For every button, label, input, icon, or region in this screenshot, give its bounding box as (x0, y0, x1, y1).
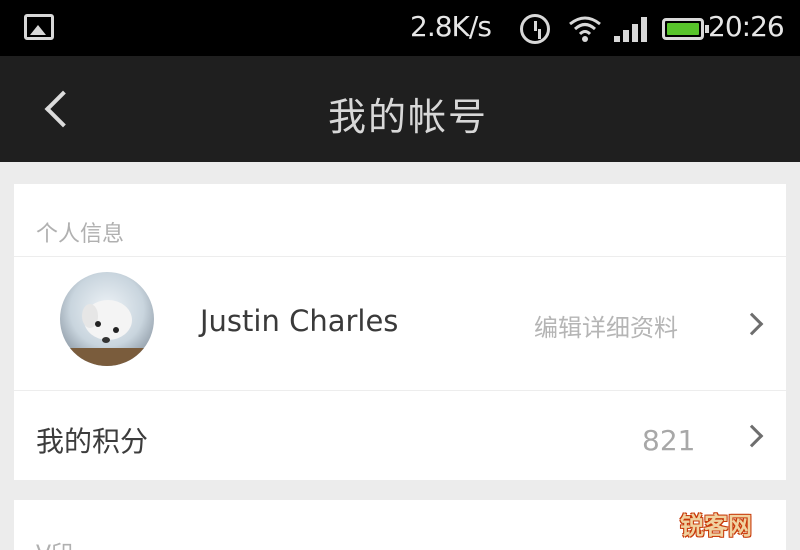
chevron-right-icon (740, 312, 764, 336)
divider (14, 256, 786, 257)
gallery-notification-icon (24, 14, 54, 40)
network-speed: 2.8K/s (410, 10, 492, 43)
points-label: 我的积分 (36, 425, 149, 458)
points-row[interactable]: 我的积分 821 (14, 394, 786, 474)
section-header-personal-info: 个人信息 (36, 222, 125, 247)
chevron-right-icon (740, 424, 764, 448)
profile-name: Justin Charles (200, 304, 399, 338)
status-bar: 2.8K/s 20:26 (0, 0, 800, 56)
cell-signal-icon (614, 17, 647, 42)
battery-icon (662, 18, 709, 40)
page-title: 我的帐号 (327, 95, 488, 139)
status-clock: 20:26 (708, 10, 785, 43)
second-section-card: V印 (14, 500, 786, 550)
personal-info-card: 个人信息 Justin Charles 编辑详细资料 我的积分 821 (14, 184, 786, 480)
edit-profile-link[interactable]: 编辑详细资料 (534, 308, 678, 343)
dog-photo-icon (60, 300, 154, 366)
watermark-logo: 锐客网 (680, 512, 752, 540)
wifi-icon (569, 16, 601, 42)
divider (14, 390, 786, 391)
alarm-clock-icon (520, 14, 550, 44)
profile-row[interactable]: Justin Charles 编辑详细资料 (14, 262, 786, 390)
navigation-bar: 我的帐号 (0, 56, 800, 162)
avatar (60, 272, 154, 366)
section-header-second: V印 (36, 536, 73, 550)
points-value: 821 (642, 424, 696, 457)
